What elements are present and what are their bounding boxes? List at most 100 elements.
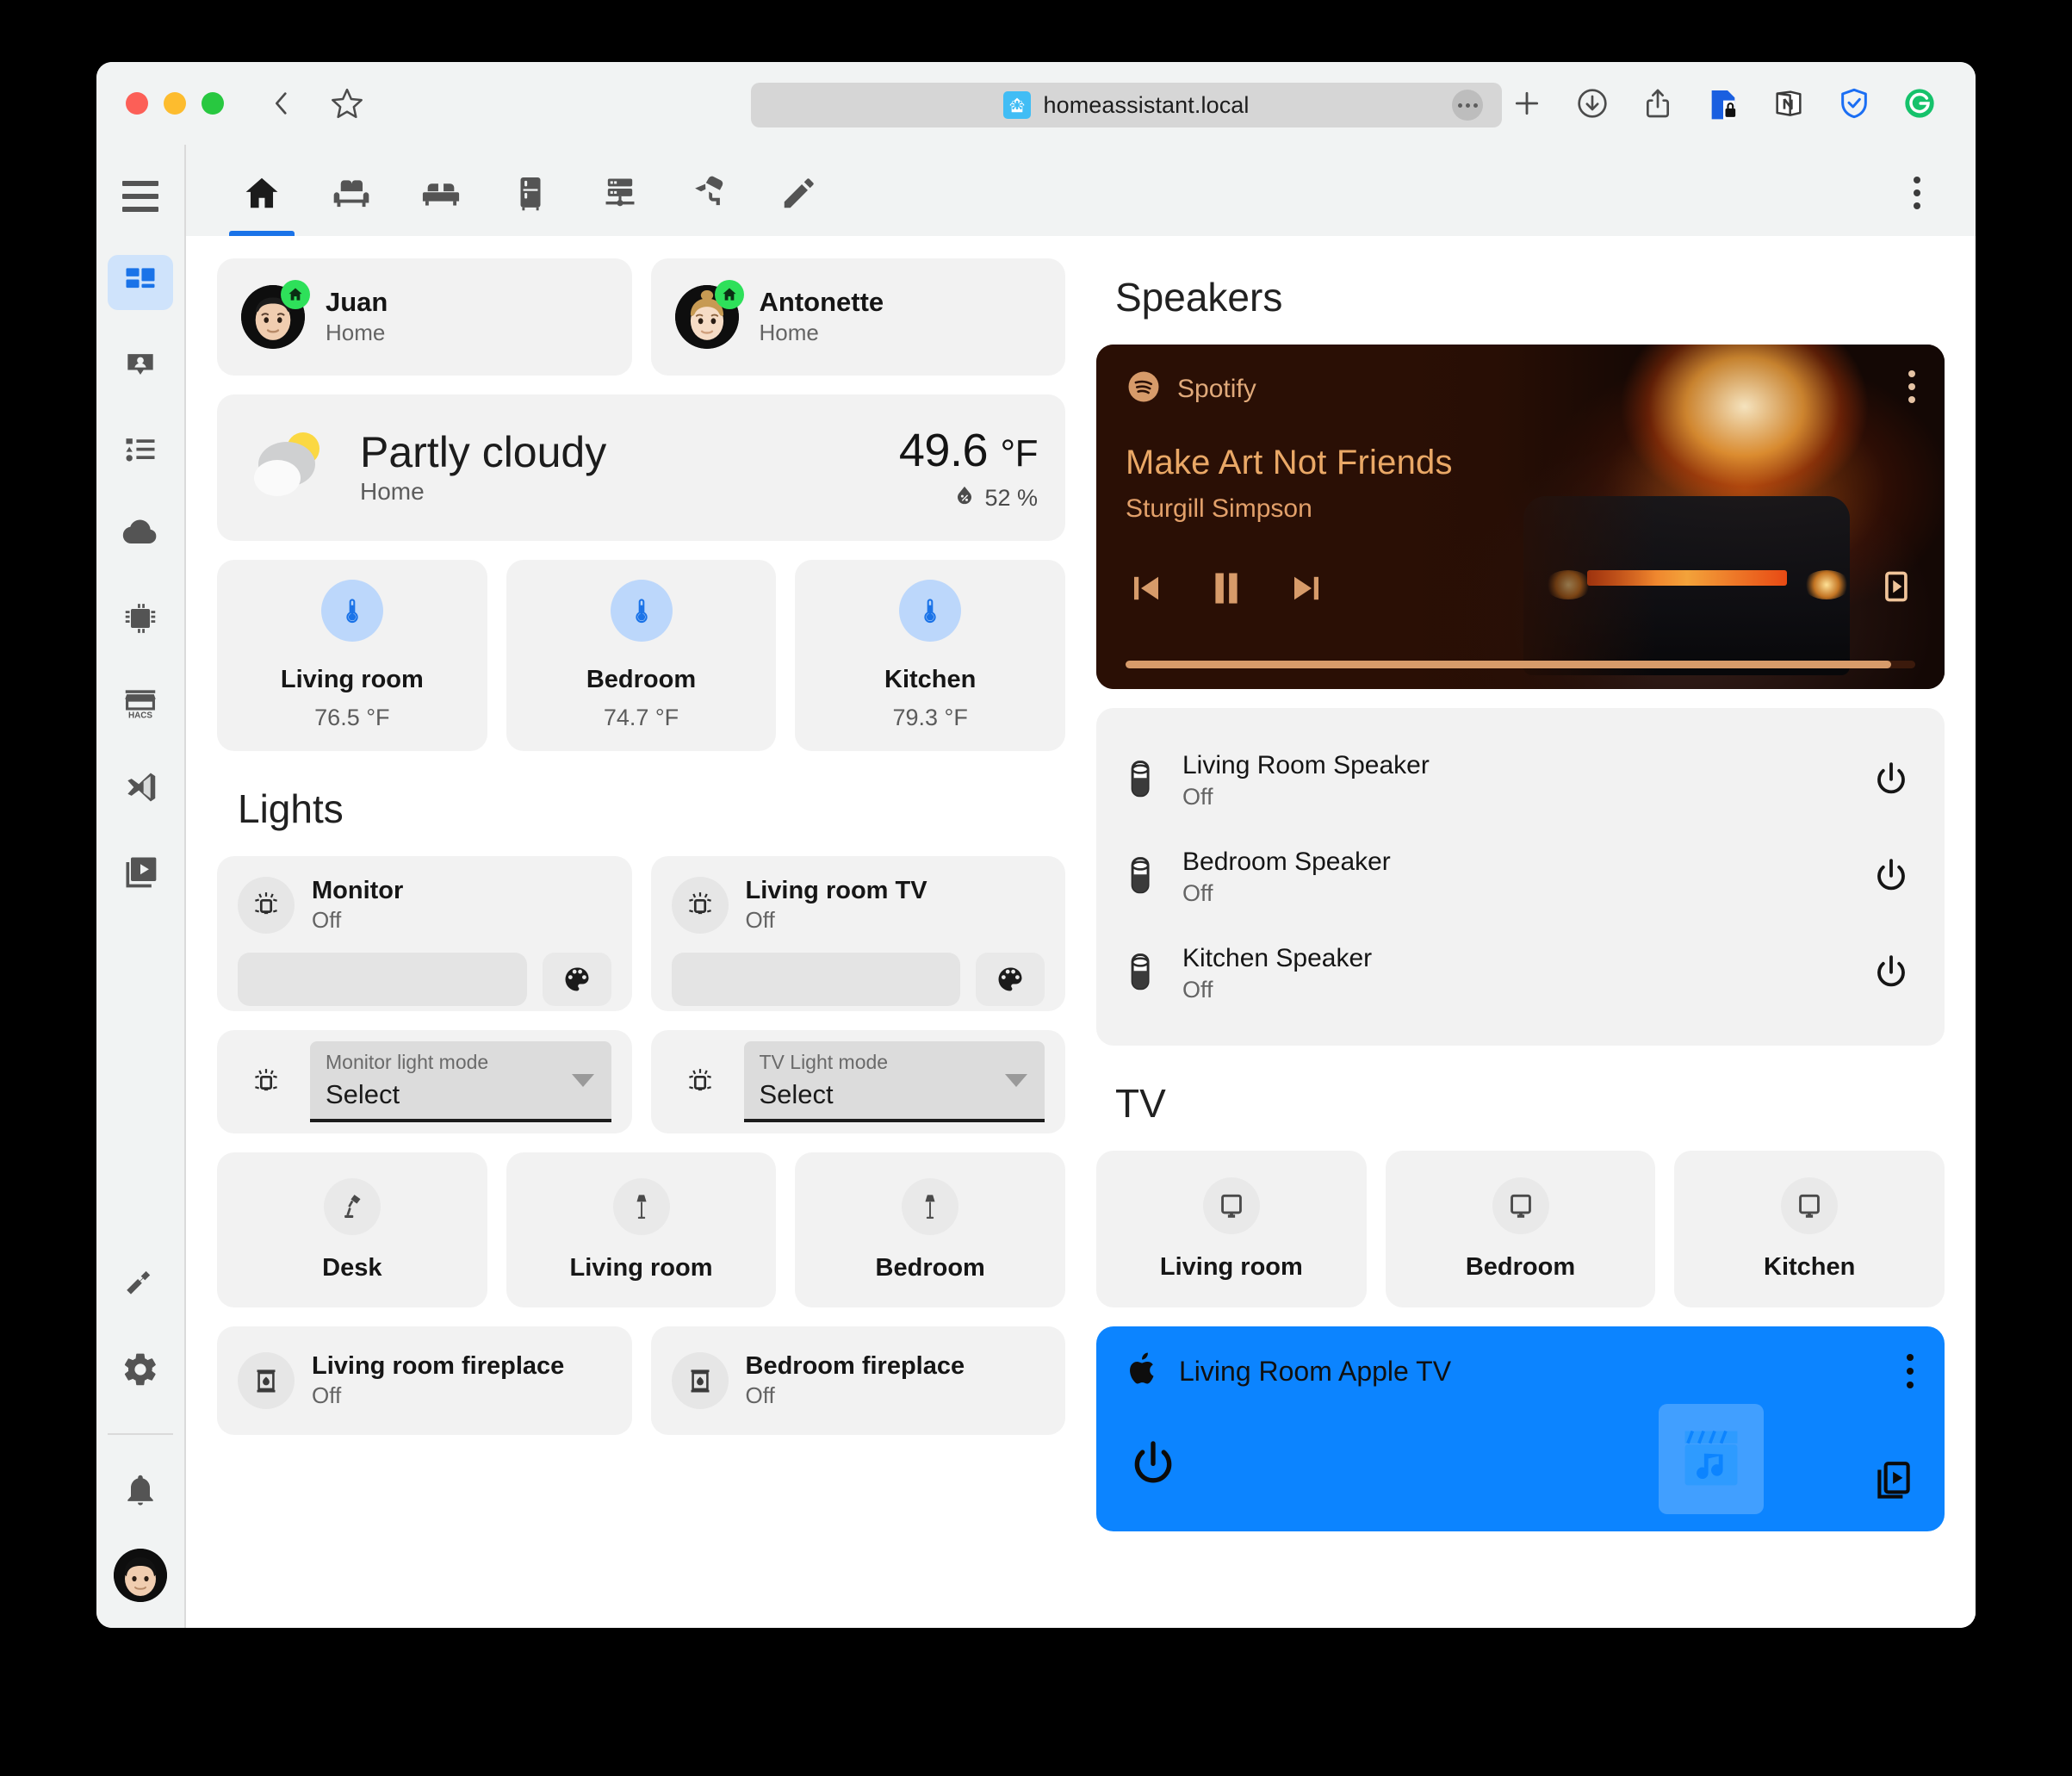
- tab-kitchen[interactable]: [486, 153, 575, 236]
- power-icon[interactable]: [1867, 949, 1915, 997]
- sidebar-item-logbook[interactable]: [108, 424, 173, 479]
- new-tab-icon[interactable]: [1507, 84, 1547, 123]
- notion-icon[interactable]: [1769, 84, 1808, 123]
- temperature-tile[interactable]: Living room 76.5 °F: [217, 560, 487, 751]
- close-window-button[interactable]: [126, 92, 148, 115]
- media-artist: Sturgill Simpson: [1126, 494, 1312, 523]
- pause-icon[interactable]: [1203, 565, 1250, 616]
- lamp-tile[interactable]: Desk: [217, 1152, 487, 1307]
- brightness-slider[interactable]: [671, 953, 960, 1007]
- tv-tile[interactable]: Kitchen: [1674, 1151, 1945, 1307]
- tab-bedroom[interactable]: [396, 153, 486, 236]
- temperature-tile[interactable]: Kitchen 79.3 °F: [795, 560, 1066, 751]
- bell-icon: [121, 1471, 159, 1513]
- cast-icon[interactable]: [1874, 563, 1917, 610]
- tv-tile[interactable]: Bedroom: [1385, 1151, 1656, 1307]
- media-overflow-menu-button[interactable]: [1908, 370, 1915, 403]
- temperature-tile[interactable]: Bedroom 74.7 °F: [506, 560, 777, 751]
- led-strip-icon[interactable]: [671, 877, 729, 935]
- select-value: Select: [759, 1078, 834, 1109]
- hamburger-menu-icon[interactable]: [109, 165, 171, 227]
- url-more-icon[interactable]: [1452, 90, 1483, 121]
- skip-previous-icon[interactable]: [1126, 568, 1167, 613]
- media-player-card[interactable]: Spotify Make Art Not Friends Sturgill Si…: [1096, 345, 1945, 689]
- sidebar-item-settings[interactable]: [108, 1344, 173, 1399]
- tab-home[interactable]: [217, 153, 307, 236]
- sidebar-item-esphome[interactable]: [108, 593, 173, 648]
- share-icon[interactable]: [1638, 84, 1678, 123]
- star-icon[interactable]: [327, 84, 367, 123]
- sidebar-item-notifications[interactable]: [108, 1464, 173, 1519]
- fireplace-card[interactable]: Bedroom fireplace Off: [650, 1326, 1065, 1435]
- brightness-slider[interactable]: [238, 953, 527, 1007]
- fireplace-state: Off: [312, 1382, 342, 1409]
- palette-icon[interactable]: [976, 953, 1045, 1007]
- fireplace-card[interactable]: Living room fireplace Off: [217, 1326, 632, 1435]
- thermometer-icon: [899, 580, 962, 642]
- speaker-row[interactable]: Bedroom Speaker Off: [1122, 829, 1915, 925]
- power-icon[interactable]: [1126, 1438, 1181, 1497]
- monitor-light-mode-select[interactable]: Monitor light mode Select: [310, 1041, 611, 1122]
- maximize-window-button[interactable]: [202, 92, 224, 115]
- tv-tile[interactable]: Living room: [1096, 1151, 1367, 1307]
- main-pane: Juan Home Antonette Home Partly cloudy H…: [186, 145, 1976, 1628]
- sidebar-item-hacs[interactable]: HACS: [108, 677, 173, 732]
- sidebar-item-dashboard[interactable]: [108, 255, 173, 310]
- server-network-icon: [600, 173, 640, 217]
- skip-next-icon[interactable]: [1286, 568, 1327, 613]
- weather-temperature-value: 49.6: [898, 424, 989, 476]
- sofa-icon: [332, 173, 371, 217]
- tv-light-mode-select[interactable]: TV Light mode Select: [743, 1041, 1045, 1122]
- browser-window: homeassistant.local HACS Juan Home Anton…: [96, 62, 1976, 1628]
- speaker-row[interactable]: Kitchen Speaker Off: [1122, 925, 1915, 1022]
- hammer-icon: [121, 1266, 159, 1308]
- temperature-room: Kitchen: [884, 666, 977, 693]
- led-strip-icon[interactable]: [672, 1053, 729, 1110]
- browse-media-icon[interactable]: [1872, 1458, 1915, 1509]
- power-icon[interactable]: [1867, 756, 1915, 804]
- tab-living-room[interactable]: [307, 153, 396, 236]
- tab-edit[interactable]: [754, 153, 844, 236]
- sidebar-item-developer-tools[interactable]: [108, 1259, 173, 1314]
- power-icon[interactable]: [1867, 853, 1915, 901]
- sidebar-item-weather[interactable]: [108, 508, 173, 563]
- tab-cameras[interactable]: [665, 153, 754, 236]
- lamp-tile[interactable]: Living room: [506, 1152, 777, 1307]
- led-strip-icon[interactable]: [238, 1053, 295, 1110]
- speaker-row[interactable]: Living Room Speaker Off: [1122, 732, 1915, 829]
- select-label: Monitor light mode: [326, 1051, 489, 1073]
- view-dashboard-icon: [121, 262, 159, 304]
- downloads-icon[interactable]: [1573, 84, 1612, 123]
- pencil-icon: [779, 173, 819, 217]
- apple-tv-card[interactable]: Living Room Apple TV: [1096, 1326, 1945, 1531]
- address-bar[interactable]: homeassistant.local: [751, 83, 1502, 127]
- led-strip-icon[interactable]: [238, 877, 295, 935]
- floor-lamp-icon: [902, 1177, 959, 1235]
- sidebar-item-media[interactable]: [108, 846, 173, 901]
- adguard-icon[interactable]: [1834, 84, 1874, 123]
- speaker-name: Living Room Speaker: [1182, 750, 1430, 779]
- tv-name: Living room: [1159, 1252, 1303, 1281]
- password-manager-icon[interactable]: [1703, 84, 1743, 123]
- palette-icon[interactable]: [542, 953, 611, 1007]
- media-progress-bar[interactable]: [1126, 661, 1915, 668]
- view-overflow-menu-button[interactable]: [1896, 172, 1938, 214]
- person-card[interactable]: Antonette Home: [650, 258, 1065, 376]
- light-card[interactable]: Monitor Off: [217, 856, 632, 1011]
- light-name: Living room TV: [745, 877, 927, 904]
- back-chevron-icon[interactable]: [262, 84, 301, 123]
- user-profile-avatar[interactable]: [114, 1549, 167, 1602]
- sidebar-item-map[interactable]: [108, 339, 173, 394]
- light-card[interactable]: Living room TV Off: [650, 856, 1065, 1011]
- temperature-value: 74.7 °F: [603, 705, 679, 730]
- sidebar-item-vscode[interactable]: [108, 761, 173, 817]
- grammarly-icon[interactable]: [1900, 84, 1939, 123]
- fireplace-icon[interactable]: [238, 1352, 295, 1409]
- fireplace-icon[interactable]: [671, 1352, 729, 1409]
- tab-network[interactable]: [575, 153, 665, 236]
- weather-card[interactable]: Partly cloudy Home 49.6 °F 52 %: [217, 394, 1065, 541]
- minimize-window-button[interactable]: [164, 92, 186, 115]
- apple-tv-overflow-menu-button[interactable]: [1907, 1354, 1914, 1388]
- lamp-tile[interactable]: Bedroom: [795, 1152, 1066, 1307]
- person-card[interactable]: Juan Home: [217, 258, 632, 376]
